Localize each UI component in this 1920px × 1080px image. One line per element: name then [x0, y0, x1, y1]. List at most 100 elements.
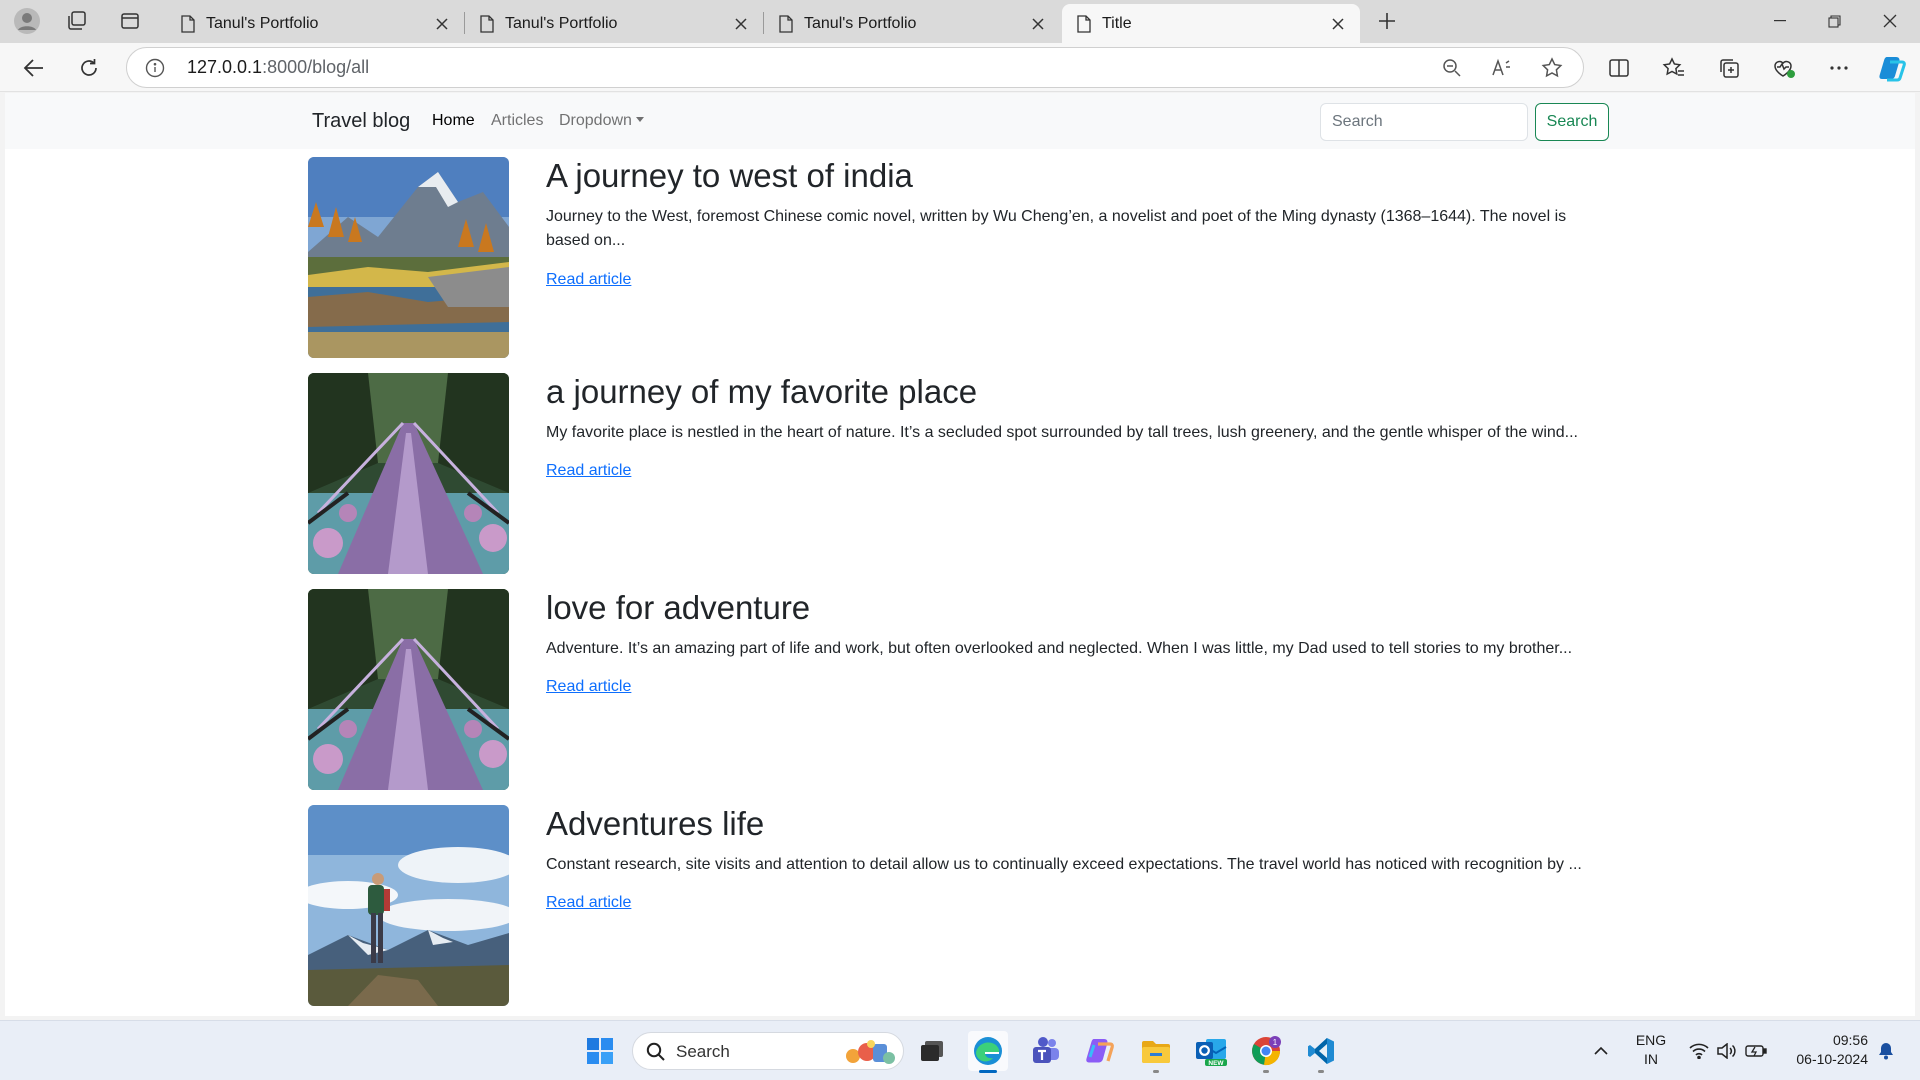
tab-3[interactable]: Tanul's Portfolio — [764, 4, 1060, 43]
notification-bell-icon[interactable] — [1872, 1021, 1900, 1080]
chrome-notification-badge: 1 — [1273, 1038, 1278, 1047]
taskbar-search-label: Search — [676, 1042, 730, 1061]
task-view-icon[interactable] — [912, 1031, 952, 1071]
tab-title: Tanul's Portfolio — [505, 14, 618, 32]
new-tab-icon[interactable] — [1369, 7, 1405, 35]
start-windows-icon[interactable] — [580, 1031, 620, 1071]
tab-title: Tanul's Portfolio — [206, 14, 319, 32]
read-article-link[interactable]: Read article — [546, 894, 631, 912]
read-article-link[interactable]: Read article — [546, 271, 631, 289]
article-title[interactable]: Adventures life — [546, 805, 764, 843]
running-indicator — [1318, 1070, 1324, 1073]
tab-2[interactable]: Tanul's Portfolio — [465, 4, 763, 43]
favorites-icon[interactable] — [1658, 53, 1690, 83]
browser-toolbar: 127.0.0.1:8000/blog/all — [0, 43, 1920, 92]
article-excerpt: My favorite place is nestled in the hear… — [546, 424, 1578, 441]
close-window-icon[interactable] — [1862, 0, 1918, 42]
article-image-suspension-bridge — [308, 373, 509, 574]
region-code: IN — [1644, 1051, 1658, 1067]
workspaces-icon[interactable] — [59, 7, 95, 35]
article-image-suspension-bridge — [308, 589, 509, 790]
outlook-new-badge: NEW — [1208, 1060, 1224, 1067]
tab-4-active[interactable]: Title — [1062, 4, 1360, 43]
page-viewport: Travel blog Home Articles Dropdown Searc… — [5, 93, 1915, 1016]
url-path: :8000/blog/all — [262, 57, 370, 77]
search-highlight-icon — [846, 1040, 895, 1064]
copilot-app-icon[interactable] — [1080, 1031, 1120, 1071]
running-indicator — [1153, 1070, 1159, 1073]
tab-title: Title — [1102, 14, 1132, 32]
page-icon — [181, 14, 195, 33]
article-title[interactable]: A journey to west of india — [546, 157, 913, 195]
split-screen-icon[interactable] — [1603, 53, 1635, 83]
outlook-new-icon[interactable]: NEW — [1191, 1031, 1231, 1071]
page-icon — [1077, 14, 1091, 33]
article-image-hiker — [308, 805, 509, 1006]
search-input[interactable] — [1320, 103, 1528, 141]
clock-date: 06-10-2024 — [1796, 1051, 1868, 1067]
read-article-link[interactable]: Read article — [546, 678, 631, 696]
vertical-tabs-icon[interactable] — [112, 7, 148, 35]
article-excerpt: Constant research, site visits and atten… — [546, 856, 1582, 873]
article-card: a journey of my favorite place My favori… — [308, 373, 1618, 574]
taskbar-search-box[interactable]: Search — [632, 1032, 904, 1070]
back-icon[interactable] — [16, 51, 52, 85]
page-icon — [779, 14, 793, 33]
language-code: ENG — [1635, 1032, 1667, 1048]
read-article-link[interactable]: Read article — [546, 462, 631, 480]
input-language-indicator[interactable]: ENG IN — [1628, 1031, 1674, 1069]
minimize-icon[interactable] — [1752, 0, 1808, 42]
show-hidden-icons-chevron-up-icon[interactable] — [1585, 1021, 1617, 1080]
collections-icon[interactable] — [1713, 53, 1745, 83]
url-host: 127.0.0.1 — [187, 57, 263, 77]
page-icon — [480, 14, 494, 33]
copilot-icon[interactable] — [1876, 53, 1908, 83]
article-card: Adventures life Constant research, site … — [308, 805, 1618, 1006]
tab-title: Tanul's Portfolio — [804, 14, 917, 32]
browser-essentials-icon[interactable] — [1768, 53, 1800, 83]
file-explorer-icon[interactable] — [1136, 1031, 1176, 1073]
site-navbar: Travel blog Home Articles Dropdown Searc… — [5, 93, 1915, 149]
teams-icon[interactable] — [1025, 1031, 1065, 1071]
read-aloud-icon[interactable] — [1489, 56, 1515, 80]
article-image-mountain-lake — [308, 157, 509, 358]
tab-1[interactable]: Tanul's Portfolio — [166, 4, 464, 43]
zoom-out-icon[interactable] — [1439, 56, 1465, 80]
battery-icon[interactable] — [1742, 1021, 1770, 1080]
refresh-icon[interactable] — [71, 51, 107, 85]
restore-icon[interactable] — [1806, 0, 1862, 42]
close-tab-icon[interactable] — [1028, 14, 1048, 34]
search-icon — [646, 1042, 665, 1061]
favorite-star-icon[interactable] — [1539, 56, 1565, 80]
nav-dropdown-toggle[interactable]: Dropdown — [559, 112, 644, 130]
profile-icon[interactable] — [9, 7, 45, 35]
edge-browser-icon[interactable] — [968, 1031, 1008, 1073]
more-options-icon[interactable] — [1823, 53, 1855, 83]
article-excerpt: Journey to the West, foremost Chinese co… — [546, 208, 1567, 249]
chrome-icon[interactable]: 1 — [1246, 1031, 1286, 1073]
volume-icon[interactable] — [1712, 1021, 1740, 1080]
taskbar: Search NEW 1 ENG IN 09:56 06-10-2024 — [0, 1020, 1920, 1080]
nav-home-link[interactable]: Home — [432, 112, 475, 130]
nav-articles-link[interactable]: Articles — [491, 112, 543, 130]
close-tab-icon[interactable] — [432, 14, 452, 34]
clock-time: 09:56 — [1832, 1032, 1868, 1048]
vscode-icon[interactable] — [1301, 1031, 1341, 1073]
url-text[interactable]: 127.0.0.1:8000/blog/all — [187, 57, 369, 78]
article-title[interactable]: a journey of my favorite place — [546, 373, 977, 411]
article-card: A journey to west of india Journey to th… — [308, 157, 1618, 358]
site-brand[interactable]: Travel blog — [312, 110, 410, 133]
running-indicator — [1263, 1070, 1269, 1073]
caret-down-icon — [635, 117, 644, 122]
close-tab-icon[interactable] — [731, 14, 751, 34]
address-bar[interactable]: 127.0.0.1:8000/blog/all — [126, 47, 1584, 88]
wifi-icon[interactable] — [1685, 1021, 1713, 1080]
site-info-icon[interactable] — [145, 58, 165, 83]
search-button[interactable]: Search — [1535, 103, 1609, 141]
article-card: love for adventure Adventure. It’s an am… — [308, 589, 1618, 790]
nav-dropdown-label: Dropdown — [559, 112, 632, 129]
system-clock[interactable]: 09:56 06-10-2024 — [1784, 1031, 1868, 1069]
article-title[interactable]: love for adventure — [546, 589, 810, 627]
running-indicator — [979, 1070, 997, 1073]
close-tab-icon[interactable] — [1328, 14, 1348, 34]
